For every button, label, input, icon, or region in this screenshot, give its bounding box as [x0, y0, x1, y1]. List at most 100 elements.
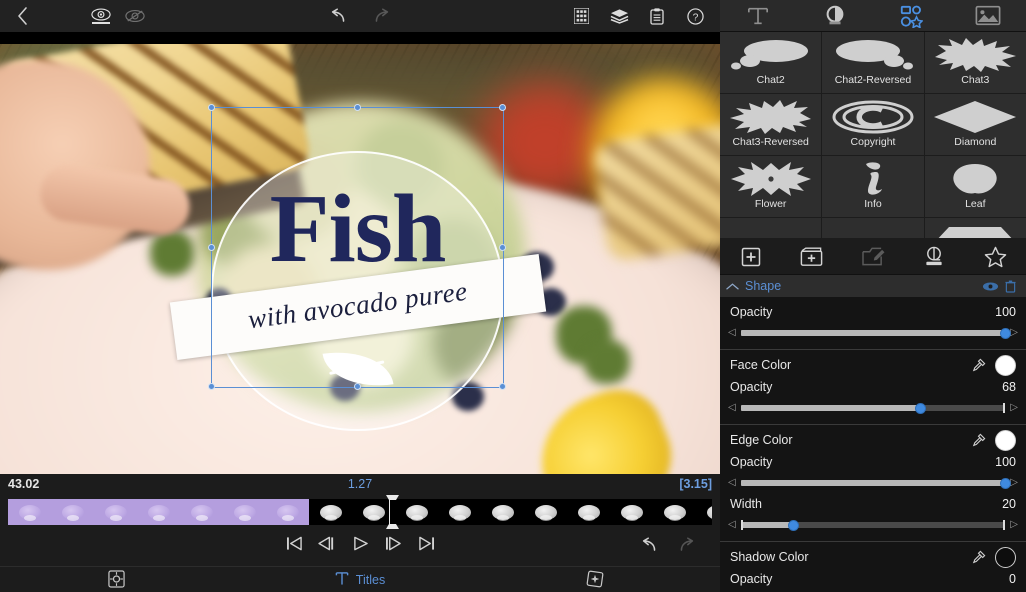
- opacity-slider-shape[interactable]: [741, 330, 1006, 336]
- favorite-button[interactable]: [965, 246, 1026, 268]
- slider-increase-icon[interactable]: ▷: [1010, 403, 1018, 413]
- undo-arrow-icon[interactable]: [322, 0, 356, 32]
- timeline-thumbnail[interactable]: [696, 499, 712, 525]
- clipboard-icon[interactable]: [640, 0, 674, 32]
- svg-text:?: ?: [692, 12, 698, 23]
- slider-increase-icon[interactable]: ▷: [1010, 478, 1018, 488]
- shape-item-diamond[interactable]: Diamond: [925, 94, 1026, 155]
- slider-increase-icon[interactable]: ▷: [1010, 328, 1018, 338]
- shape-grid-row: Flower Info Leaf: [720, 156, 1026, 218]
- property-label: Edge Color: [730, 433, 971, 447]
- shape-item-copyright[interactable]: Copyright: [822, 94, 924, 155]
- property-row: Face Color: [720, 354, 1026, 376]
- shape-item-partial-3[interactable]: [925, 218, 1026, 238]
- tab-look[interactable]: [797, 0, 874, 32]
- add-button[interactable]: [720, 247, 781, 267]
- grid-icon[interactable]: [564, 0, 598, 32]
- shadow-color-swatch[interactable]: [995, 547, 1016, 568]
- editor-mode-titles[interactable]: Titles: [0, 571, 720, 589]
- timeline-thumbnail[interactable]: [438, 499, 481, 525]
- play-button[interactable]: [348, 530, 372, 556]
- timeline-clip-strip[interactable]: [8, 499, 712, 525]
- shape-item-partial-1[interactable]: [720, 218, 822, 238]
- opacity-slider-edge[interactable]: [741, 480, 1006, 486]
- layers-icon[interactable]: [602, 0, 636, 32]
- back-chevron-icon[interactable]: [6, 0, 40, 32]
- tab-text[interactable]: [720, 0, 797, 32]
- shape-item-flower[interactable]: Flower: [720, 156, 822, 217]
- video-preview-canvas[interactable]: Fish with avocado puree: [0, 44, 720, 474]
- step-back-button[interactable]: [315, 530, 339, 556]
- shape-label: Copyright: [851, 137, 896, 148]
- face-color-swatch[interactable]: [995, 355, 1016, 376]
- thumbnail-image: [578, 505, 600, 520]
- timeline-thumbnail[interactable]: [180, 499, 223, 525]
- slider-decrease-icon[interactable]: ◁: [728, 328, 736, 338]
- trash-icon[interactable]: [1005, 280, 1016, 293]
- slider-knob[interactable]: [788, 520, 799, 531]
- eye-icon[interactable]: [982, 281, 999, 292]
- edge-color-swatch[interactable]: [995, 430, 1016, 451]
- timeline-thumbnail[interactable]: [395, 499, 438, 525]
- stamp-button[interactable]: [904, 246, 965, 267]
- timeline-thumbnail[interactable]: [8, 499, 51, 525]
- timeline-thumbnail[interactable]: [610, 499, 653, 525]
- help-question-icon[interactable]: ?: [678, 0, 712, 32]
- shape-item-chat3[interactable]: Chat3: [925, 32, 1026, 93]
- shape-item-partial-2[interactable]: [822, 218, 924, 238]
- property-group-shape-opacity: Opacity 100 ◁ ▷: [720, 297, 1026, 350]
- slider-increase-icon[interactable]: ▷: [1010, 520, 1018, 530]
- shape-item-chat2[interactable]: Chat2: [720, 32, 822, 93]
- slider-knob[interactable]: [915, 403, 926, 414]
- shape-item-info[interactable]: Info: [822, 156, 924, 217]
- tab-shapes[interactable]: [873, 0, 950, 32]
- skip-to-start-button[interactable]: [282, 530, 306, 556]
- property-value: 68: [1002, 380, 1016, 394]
- skip-to-end-button[interactable]: [414, 530, 438, 556]
- slider-row: ◁ ▷: [720, 515, 1026, 535]
- eyedropper-icon[interactable]: [971, 550, 986, 565]
- eyedropper-icon[interactable]: [971, 358, 986, 373]
- timeline-thumbnail[interactable]: [567, 499, 610, 525]
- timeline-segment-left[interactable]: [8, 499, 309, 525]
- slider-knob[interactable]: [1000, 328, 1011, 339]
- slider-knob[interactable]: [1000, 478, 1011, 489]
- eye-hidden-icon[interactable]: [118, 0, 152, 32]
- effects-tool-icon[interactable]: [586, 570, 604, 592]
- timeline-thumbnail[interactable]: [481, 499, 524, 525]
- eyedropper-icon[interactable]: [971, 433, 986, 448]
- timeline-playhead[interactable]: [389, 496, 390, 528]
- duplicate-button[interactable]: [781, 247, 842, 267]
- edit-button[interactable]: [842, 246, 903, 267]
- timeline-undo-icon[interactable]: [638, 532, 662, 558]
- width-slider-edge[interactable]: [741, 522, 1006, 528]
- timeline-thumbnail[interactable]: [524, 499, 567, 525]
- timeline-thumbnail[interactable]: [223, 499, 266, 525]
- step-forward-button[interactable]: [381, 530, 405, 556]
- slider-row: ◁ ▷: [720, 398, 1026, 418]
- opacity-slider-face[interactable]: [741, 405, 1006, 411]
- chevron-up-icon[interactable]: [726, 282, 739, 291]
- slider-decrease-icon[interactable]: ◁: [728, 478, 736, 488]
- timeline-thumbnail[interactable]: [653, 499, 696, 525]
- shape-item-chat3-reversed[interactable]: Chat3-Reversed: [720, 94, 822, 155]
- timeline-timecodes: 43.02 1.27 [3.15]: [0, 474, 720, 496]
- shape-grid-row: Chat2 Chat2-Reversed Chat3: [720, 32, 1026, 94]
- timeline-redo-icon[interactable]: [674, 532, 698, 558]
- eye-visible-icon[interactable]: [84, 0, 118, 32]
- redo-arrow-icon[interactable]: [364, 0, 398, 32]
- timeline-thumbnail[interactable]: [266, 499, 309, 525]
- timeline-thumbnail[interactable]: [137, 499, 180, 525]
- tab-image[interactable]: [950, 0, 1026, 32]
- burst-bubble-icon: [925, 36, 1026, 74]
- timeline-segment-middle[interactable]: [309, 499, 712, 525]
- timeline-thumbnail[interactable]: [51, 499, 94, 525]
- shape-item-chat2-reversed[interactable]: Chat2-Reversed: [822, 32, 924, 93]
- slider-decrease-icon[interactable]: ◁: [728, 520, 736, 530]
- slider-decrease-icon[interactable]: ◁: [728, 403, 736, 413]
- timeline-thumbnail[interactable]: [94, 499, 137, 525]
- shape-label: Chat3-Reversed: [732, 137, 808, 148]
- shape-item-leaf[interactable]: Leaf: [925, 156, 1026, 217]
- timeline-thumbnail[interactable]: [309, 499, 352, 525]
- shape-section-header[interactable]: Shape: [720, 275, 1026, 297]
